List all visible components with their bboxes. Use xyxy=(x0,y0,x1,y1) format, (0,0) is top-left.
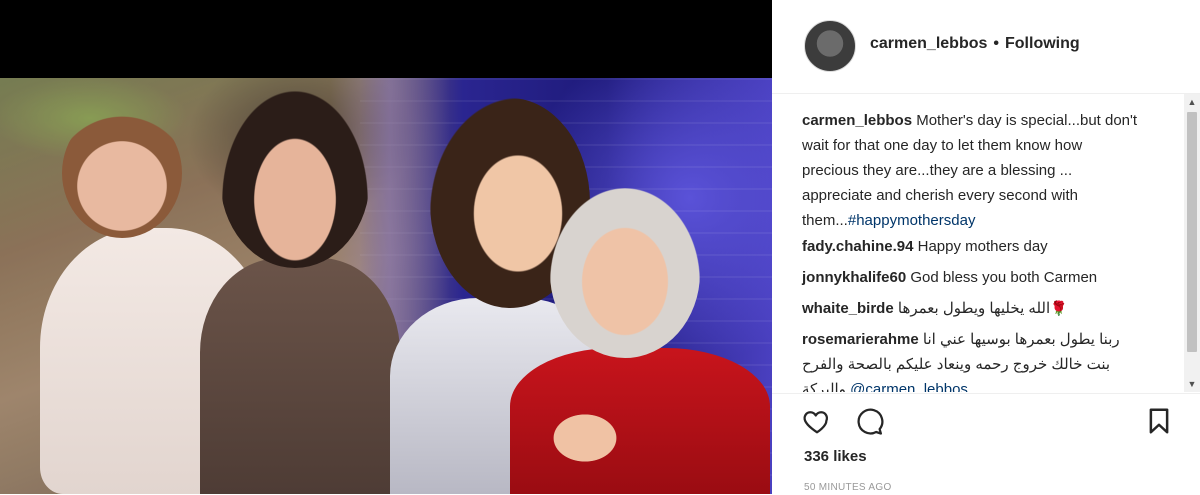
comment-mention[interactable]: @carmen_lebbos xyxy=(850,381,968,392)
caption-hashtag[interactable]: #happymothersday xyxy=(848,212,976,229)
list-item: whaite_birde الله يخليها ويطول بعمرها🌹 xyxy=(802,296,1142,321)
scrollbar[interactable]: ▲ ▼ xyxy=(1184,94,1200,392)
post-media[interactable] xyxy=(0,0,772,494)
mother-figure xyxy=(200,258,400,494)
likes-count[interactable]: 336 likes xyxy=(804,448,867,465)
comment-username[interactable]: fady.chahine.94 xyxy=(802,238,913,255)
list-item: rosemarierahme ربنا يطول بعمرها بوسيها ع… xyxy=(802,327,1142,392)
follow-button[interactable]: Following xyxy=(1005,35,1080,52)
comment-text: الله يخليها ويطول بعمرها xyxy=(897,300,1051,317)
comment-username[interactable]: whaite_birde xyxy=(802,300,894,317)
post-side-panel: carmen_lebbos • Following carmen_lebbos Mo… xyxy=(772,0,1200,494)
bookmark-icon[interactable] xyxy=(1144,406,1174,436)
grandmother-figure xyxy=(510,348,770,494)
scroll-up-icon[interactable]: ▲ xyxy=(1184,94,1200,110)
post-header: carmen_lebbos • Following xyxy=(772,0,1200,94)
comment-text: God bless you both Carmen xyxy=(910,269,1098,286)
clasped-hands xyxy=(545,408,625,468)
post-photo[interactable] xyxy=(0,78,772,494)
comments-list[interactable]: carmen_lebbos Mother's day is special...… xyxy=(772,94,1184,392)
child-head xyxy=(62,108,182,238)
heart-icon[interactable] xyxy=(802,406,832,436)
post-actions: 336 likes 50 MINUTES AGO xyxy=(772,393,1200,495)
header-username[interactable]: carmen_lebbos xyxy=(870,35,987,52)
header-user: carmen_lebbos • Following xyxy=(870,35,1080,53)
comment-username[interactable]: rosemarierahme xyxy=(802,331,919,348)
scroll-down-icon[interactable]: ▼ xyxy=(1184,376,1200,392)
avatar[interactable] xyxy=(804,20,856,72)
list-item: fady.chahine.94 Happy mothers day xyxy=(802,234,1142,259)
grandmother-head xyxy=(550,188,700,358)
post-timestamp: 50 MINUTES AGO xyxy=(804,482,892,493)
scrollbar-thumb[interactable] xyxy=(1187,112,1197,352)
mother-head xyxy=(220,88,370,268)
caption: carmen_lebbos Mother's day is special...… xyxy=(802,108,1142,233)
comment-username[interactable]: jonnykhalife60 xyxy=(802,269,906,286)
rose-icon: 🌹 xyxy=(1050,300,1068,316)
header-separator: • xyxy=(993,35,999,52)
comment-bubble-icon[interactable] xyxy=(854,406,884,436)
caption-username[interactable]: carmen_lebbos xyxy=(802,112,912,129)
list-item: jonnykhalife60 God bless you both Carmen xyxy=(802,265,1142,290)
comment-text: Happy mothers day xyxy=(917,238,1048,255)
